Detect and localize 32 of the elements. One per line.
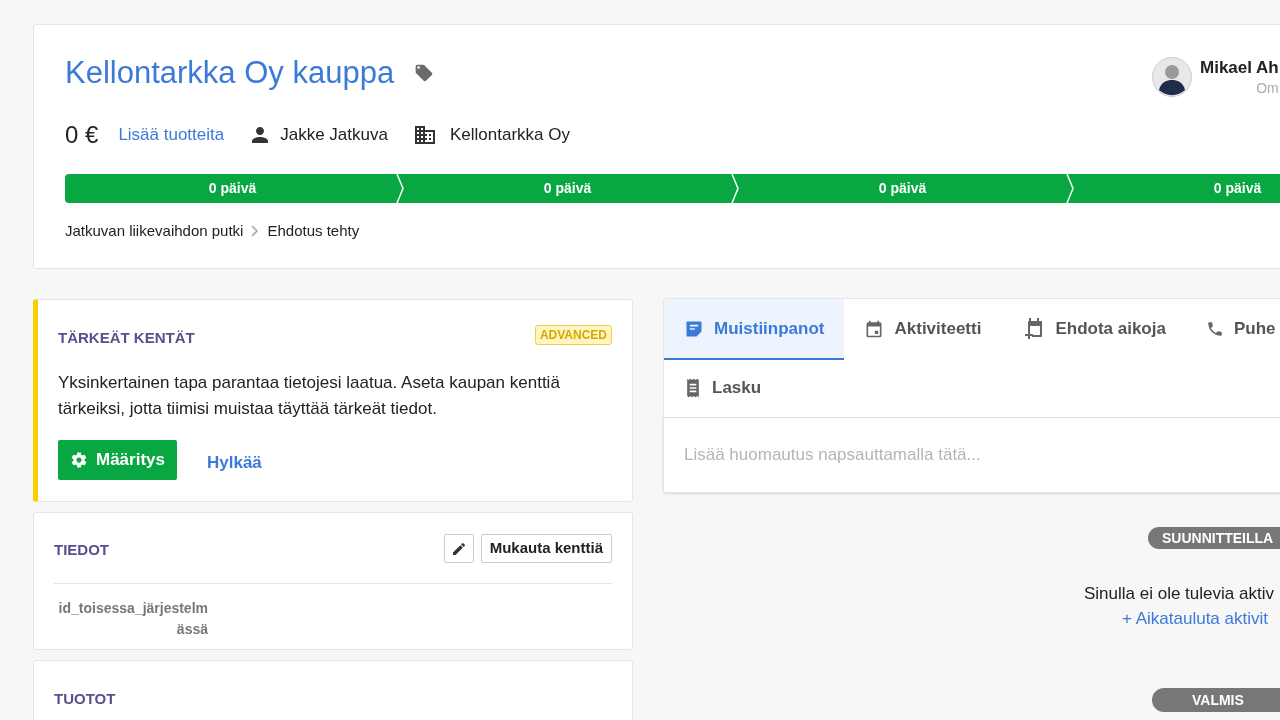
chevron-icon bbox=[251, 225, 260, 238]
breadcrumb-link[interactable]: Jatkuvan liikevaihdon putki bbox=[65, 220, 244, 243]
organization-link[interactable]: Kellontarkka Oy bbox=[449, 122, 570, 148]
deal-value: 0 € bbox=[65, 120, 99, 150]
planned-badge: SUUNNITTEILLA bbox=[1148, 527, 1280, 549]
breadcrumb-link[interactable]: Ehdotus tehty bbox=[267, 220, 360, 243]
customize-fields-button[interactable]: Mukauta kenttiä bbox=[480, 534, 612, 563]
phone-icon bbox=[1205, 319, 1224, 338]
empty-state-text: Sinulla ei ole tulevia aktiv bbox=[1084, 583, 1274, 605]
calendar-icon bbox=[864, 318, 885, 339]
note-input[interactable]: Lisää huomautus napsauttamalla tätä... bbox=[663, 417, 1280, 493]
section-title: TÄRKEÄT KENTÄT bbox=[58, 328, 195, 348]
person-link[interactable]: Jakke Jatkuva bbox=[280, 122, 388, 148]
dismiss-link[interactable]: Hylkää bbox=[207, 450, 262, 476]
deal-title: Kellontarkka Oy kauppa bbox=[65, 57, 395, 88]
receipt-icon bbox=[684, 378, 702, 398]
description-text: Yksinkertainen tapa parantaa tietojesi laatua. Aseta kaupan kenttiä tärkeiksi, jotta tiimisi muistaa täyttää tärkeät tiedot. bbox=[58, 372, 561, 420]
pencil-icon bbox=[451, 540, 467, 557]
advanced-badge: ADVANCED bbox=[534, 325, 612, 345]
tag-icon[interactable] bbox=[414, 62, 435, 83]
schedule-activity-link[interactable]: + Aikatauluta aktivit bbox=[1122, 606, 1268, 632]
owner-role: Om bbox=[1256, 79, 1279, 99]
add-products-link[interactable]: Lisää tuotteita bbox=[118, 122, 225, 148]
settings-icon bbox=[70, 451, 88, 469]
section-title: TIEDOT bbox=[54, 540, 109, 560]
section-title: TUOTOT bbox=[54, 689, 116, 709]
edit-button[interactable] bbox=[444, 534, 474, 563]
field-label: id_toisessa_järjestelmässä bbox=[58, 599, 208, 639]
avatar-icon[interactable] bbox=[1152, 57, 1192, 97]
tab[interactable]: Muistiinpanot bbox=[664, 299, 845, 360]
owner-name[interactable]: Mikael Ah bbox=[1200, 57, 1279, 79]
done-badge: VALMIS bbox=[1152, 688, 1280, 712]
